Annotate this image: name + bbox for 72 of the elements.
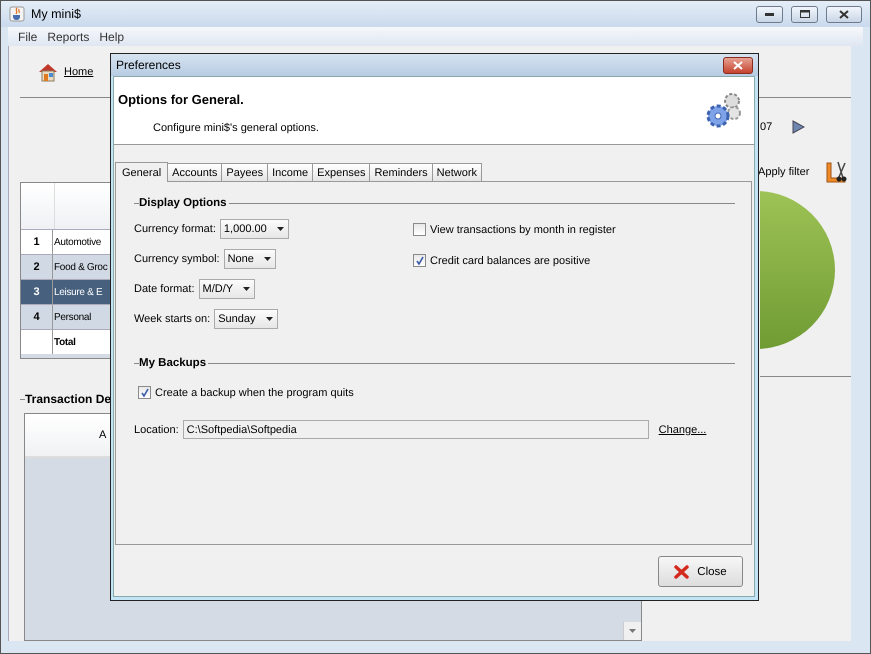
field-label: Currency format: [134, 223, 216, 235]
cup-icon [9, 6, 25, 22]
tab[interactable]: Payees [221, 163, 268, 181]
tab[interactable]: Network [432, 163, 482, 181]
dropdown[interactable]: 1,000.00 [220, 219, 289, 239]
dialog-title: Preferences [116, 58, 182, 72]
tab[interactable]: Accounts [167, 163, 222, 181]
tab[interactable]: Reminders [369, 163, 433, 181]
minimize-button[interactable] [756, 6, 783, 23]
dialog-heading: Options for General. [118, 92, 245, 107]
row-number: 3 [33, 286, 40, 298]
menu-item[interactable]: Help [95, 30, 128, 44]
period-label: 07 [760, 121, 772, 133]
dropdown-arrow-icon [266, 317, 273, 321]
location-field[interactable]: C:\Softpedia\Softpedia [182, 420, 649, 439]
close-button[interactable] [723, 56, 753, 74]
field-label: Location: [134, 424, 179, 436]
home-link[interactable]: Home [64, 66, 94, 78]
section-title: Transaction De [25, 392, 112, 406]
field-label: Date format: [134, 283, 195, 295]
close-icon [674, 564, 690, 578]
row-number: 1 [33, 236, 40, 248]
filter-label: Apply filter [758, 166, 810, 178]
table-cell: Automotive [54, 236, 102, 248]
field-label: Currency symbol: [134, 253, 220, 265]
ruler-scissors-icon[interactable] [825, 160, 850, 184]
table-cell: Personal [54, 312, 92, 322]
table-cell: Food & Groc [54, 262, 108, 272]
close-icon [733, 60, 743, 70]
dropdown-arrow-icon [276, 227, 284, 231]
tab[interactable]: Expenses [312, 163, 370, 181]
minimize-icon [765, 12, 774, 16]
field-label: Week starts on: [134, 313, 210, 325]
checkbox[interactable] [413, 223, 426, 236]
menu-item[interactable]: Reports [43, 30, 94, 44]
column-header[interactable]: A [99, 429, 106, 441]
table-cell: Leisure & E [54, 286, 102, 298]
section-title: My Backups [139, 357, 208, 369]
change-link[interactable]: Change... [658, 424, 706, 436]
house-icon[interactable] [38, 62, 58, 82]
checkbox[interactable] [138, 386, 151, 399]
checkbox[interactable] [413, 254, 426, 267]
close-button[interactable]: Close [658, 556, 743, 587]
tab[interactable]: General [115, 162, 168, 182]
checkbox-label: View transactions by month in register [430, 224, 616, 236]
table-row[interactable]: 1 Automotive [21, 229, 113, 254]
table-row[interactable]: 3 Leisure & E [21, 279, 113, 304]
dropdown-arrow-icon [243, 287, 250, 291]
maximize-icon [800, 10, 810, 18]
row-number: 2 [33, 261, 40, 273]
close-icon [839, 10, 849, 19]
scroll-down-button[interactable] [623, 622, 641, 640]
down-arrow-icon [629, 629, 636, 633]
table-row[interactable]: 2 Food & Groc [21, 254, 113, 279]
window-title: My mini$ [31, 7, 82, 22]
next-arrow-icon[interactable] [792, 120, 806, 134]
dialog-description: Configure mini$'s general options. [153, 122, 320, 134]
dropdown[interactable]: None [224, 249, 276, 269]
menu-item[interactable]: File [14, 30, 42, 44]
table-row[interactable]: 4 Personal [21, 304, 113, 329]
dropdown[interactable]: M/D/Y [198, 279, 256, 299]
row-number: 4 [33, 311, 40, 323]
checkbox-label: Create a backup when the program quits [155, 386, 354, 398]
table-row[interactable]: Total [21, 329, 113, 354]
tab[interactable]: Income [267, 163, 314, 181]
maximize-button[interactable] [791, 6, 818, 23]
dropdown-arrow-icon [264, 257, 271, 261]
section-title: Display Options [139, 197, 228, 209]
close-button[interactable] [826, 6, 862, 23]
checkbox-label: Credit card balances are positive [430, 254, 590, 266]
table-cell: Total [54, 336, 76, 348]
dropdown[interactable]: Sunday [214, 309, 278, 329]
